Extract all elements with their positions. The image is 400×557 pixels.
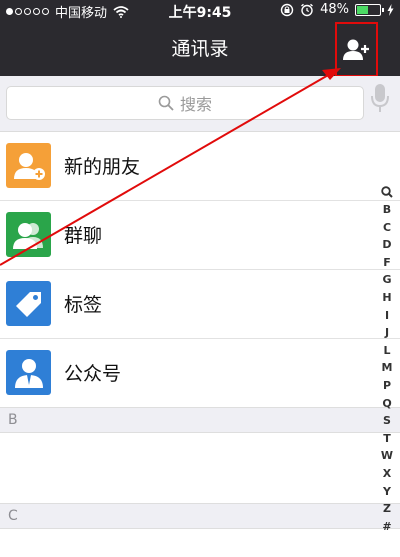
index-letter[interactable]: B [383, 201, 391, 219]
battery-fill [357, 5, 368, 14]
group-chat-icon [6, 212, 51, 257]
index-letter[interactable]: W [381, 447, 393, 465]
status-right: 48% [280, 2, 394, 17]
index-letter[interactable]: Q [382, 395, 391, 413]
list-item-contact[interactable] [0, 433, 400, 503]
index-letter[interactable]: L [383, 342, 390, 360]
index-letter[interactable]: H [382, 289, 391, 307]
charging-icon [387, 3, 394, 16]
index-letter[interactable]: G [382, 271, 391, 289]
index-letter[interactable]: J [385, 324, 389, 342]
index-letter[interactable]: Y [383, 483, 391, 501]
index-letter[interactable]: # [382, 518, 391, 536]
alphabet-index[interactable]: B C D F G H I J L M P Q S T W X Y Z # [380, 186, 394, 535]
list-item-label: 新的朋友 [64, 156, 141, 178]
search-placeholder: 搜索 [179, 95, 212, 114]
section-header-c: C [0, 503, 400, 529]
official-account-icon [6, 350, 51, 395]
index-letter[interactable]: C [383, 219, 391, 237]
battery-percent: 48% [320, 2, 349, 17]
list-item-label: 标签 [64, 294, 103, 316]
list-item-label: 群聊 [64, 225, 103, 247]
index-letter[interactable]: X [383, 465, 391, 483]
search-input[interactable]: 搜索 [6, 86, 364, 120]
list-item-official-accounts[interactable]: 公众号 [0, 339, 400, 407]
list-item-new-friends[interactable]: 新的朋友 [0, 132, 400, 200]
new-friend-icon [6, 143, 51, 188]
search-icon [158, 95, 174, 111]
search-area: 搜索 [0, 76, 400, 132]
index-letter[interactable]: P [383, 377, 391, 395]
index-search-icon[interactable] [381, 186, 393, 199]
list-item-tags[interactable]: 标签 [0, 270, 400, 338]
index-letter[interactable]: Z [383, 500, 391, 518]
index-letter[interactable]: D [382, 236, 391, 254]
index-letter[interactable]: I [385, 307, 389, 325]
microphone-icon[interactable] [370, 82, 390, 114]
alarm-icon [301, 3, 314, 16]
battery-icon [355, 3, 384, 16]
add-contact-button[interactable] [335, 22, 378, 77]
status-bar: 中国移动 上午9:45 48% [0, 0, 400, 21]
list-item-group-chat[interactable]: 群聊 [0, 201, 400, 269]
list-item-contact[interactable] [0, 529, 400, 557]
tag-icon [6, 281, 51, 326]
index-letter[interactable]: F [383, 254, 391, 272]
index-letter[interactable]: T [383, 430, 391, 448]
list-item-label: 公众号 [64, 363, 122, 385]
add-contact-icon [342, 39, 369, 60]
index-letter[interactable]: M [382, 359, 393, 377]
section-header-b: B [0, 407, 400, 433]
rotation-lock-icon [280, 3, 294, 16]
index-letter[interactable]: S [383, 412, 391, 430]
